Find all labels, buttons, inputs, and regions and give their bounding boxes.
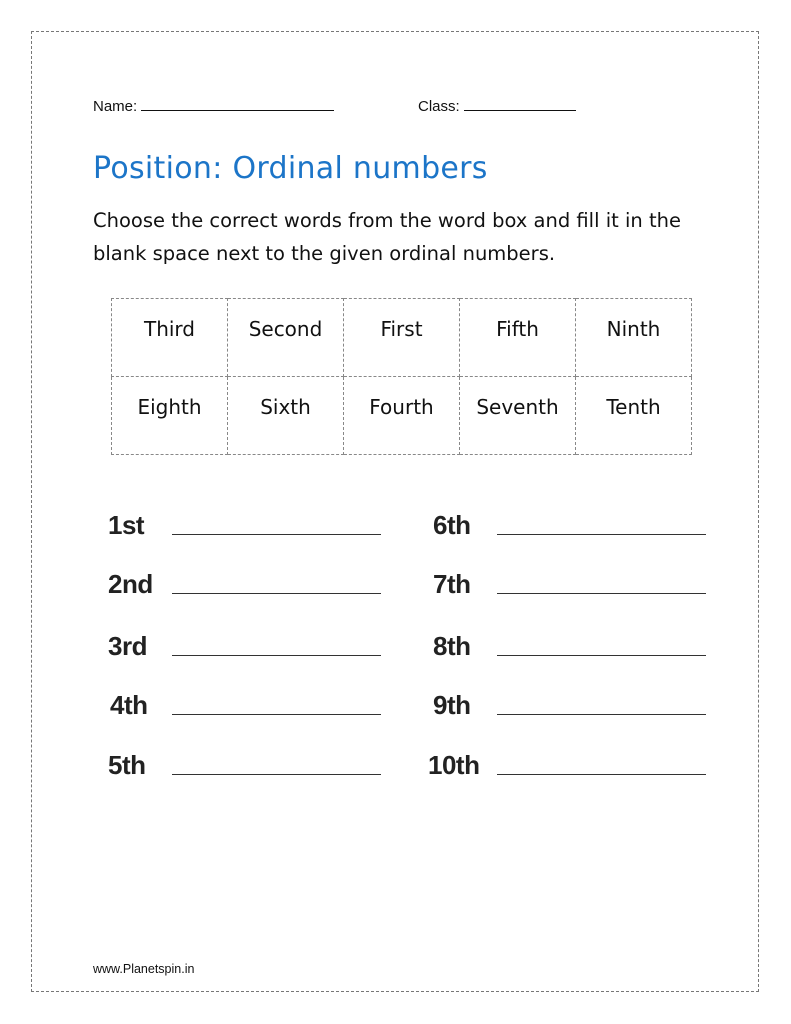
name-label: Name: [93,98,138,115]
answer-blank[interactable] [497,713,706,715]
answer-row: 1st [108,510,381,541]
answer-row: 4th [110,690,381,721]
answer-blank[interactable] [497,773,706,775]
ordinal-label: 6th [433,510,471,540]
ordinal-label: 4th [110,690,148,720]
answer-row: 10th [428,750,706,781]
ordinal-label: 8th [433,631,471,661]
word-cell: Second [227,298,344,377]
ordinal-label: 5th [108,750,146,780]
class-blank[interactable] [463,96,576,111]
ordinal-label: 9th [433,690,471,720]
answer-blank[interactable] [172,533,381,535]
answer-blank[interactable] [497,533,706,535]
answer-row: 9th [433,690,706,721]
word-cell: Fifth [459,298,576,377]
instructions: Choose the correct words from the word b… [93,209,681,265]
answer-blank[interactable] [172,713,381,715]
word-cell: Ninth [575,298,692,377]
class-label: Class: [418,98,460,115]
ordinal-label: 3rd [108,631,147,661]
answer-row: 3rd [108,631,381,662]
word-cell: Fourth [343,376,460,455]
word-cell: First [343,298,460,377]
ordinal-label: 1st [108,510,145,540]
word-cell: Eighth [111,376,228,455]
word-box-row: Eighth Sixth Fourth Seventh Tenth [111,376,692,455]
answer-row: 2nd [108,569,381,600]
word-cell: Sixth [227,376,344,455]
word-cell: Third [111,298,228,377]
answer-blank[interactable] [172,654,381,656]
footer-website: www.Planetspin.in [93,962,195,976]
answer-blank[interactable] [497,592,706,594]
answer-row: 8th [433,631,706,662]
ordinal-label: 10th [428,750,480,780]
ordinal-label: 7th [433,569,471,599]
word-box: Third Second First Fifth Ninth Eighth Si… [111,298,692,455]
answer-blank[interactable] [172,592,381,594]
answer-row: 5th [108,750,381,781]
word-cell: Seventh [459,376,576,455]
answer-row: 7th [433,569,706,600]
name-field: Name: [93,96,335,115]
worksheet-title: Position: Ordinal numbers [93,151,488,186]
answer-row: 6th [433,510,706,541]
word-box-row: Third Second First Fifth Ninth [111,298,692,377]
name-blank[interactable] [141,96,335,111]
answer-blank[interactable] [172,773,381,775]
ordinal-label: 2nd [108,569,153,599]
answer-blank[interactable] [497,654,706,656]
class-field: Class: [418,96,576,115]
word-cell: Tenth [575,376,692,455]
